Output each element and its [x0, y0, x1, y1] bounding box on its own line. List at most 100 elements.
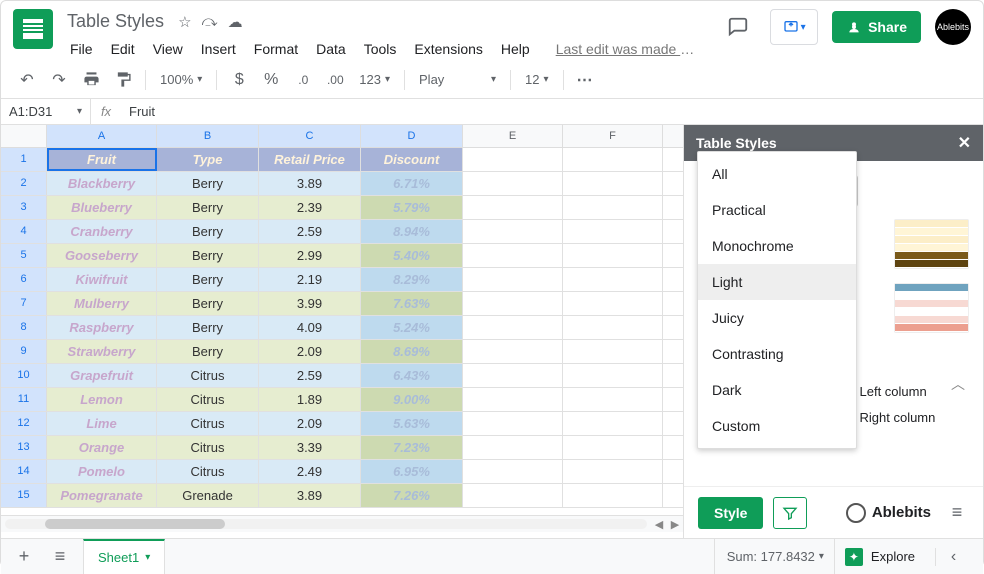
hscroll-track[interactable] — [5, 519, 647, 529]
cell[interactable] — [563, 196, 663, 219]
cell[interactable] — [463, 484, 563, 507]
cell[interactable]: Berry — [157, 244, 259, 267]
menu-extensions[interactable]: Extensions — [407, 36, 489, 62]
cell[interactable]: 9.00% — [361, 388, 463, 411]
cell[interactable]: 2.59 — [259, 364, 361, 387]
cell[interactable] — [463, 172, 563, 195]
row-header[interactable]: 10 — [1, 364, 47, 387]
cell[interactable] — [463, 460, 563, 483]
cell[interactable] — [563, 268, 663, 291]
hscroll-right-icon[interactable]: ▶ — [667, 518, 683, 531]
cell[interactable]: 4.09 — [259, 316, 361, 339]
cell[interactable] — [463, 220, 563, 243]
menu-edit[interactable]: Edit — [104, 36, 142, 62]
cloud-icon[interactable]: ☁ — [228, 13, 243, 31]
row-header[interactable]: 7 — [1, 292, 47, 315]
dropdown-item-all[interactable]: All — [698, 156, 856, 192]
header-cell[interactable]: Retail Price — [259, 148, 361, 171]
cell[interactable]: 5.40% — [361, 244, 463, 267]
cell[interactable]: 7.26% — [361, 484, 463, 507]
cell[interactable] — [463, 340, 563, 363]
hscroll-thumb[interactable] — [45, 519, 225, 529]
sidebar-menu-icon[interactable]: ≡ — [945, 502, 969, 523]
cell[interactable]: Mulberry — [47, 292, 157, 315]
row-header[interactable]: 1 — [1, 148, 47, 171]
currency-icon[interactable]: $ — [225, 66, 253, 94]
col-header-d[interactable]: D — [361, 125, 463, 147]
menu-format[interactable]: Format — [247, 36, 305, 62]
dropdown-item-light[interactable]: Light — [698, 264, 856, 300]
style-thumbnail[interactable] — [894, 219, 969, 269]
cell[interactable]: Cranberry — [47, 220, 157, 243]
cell[interactable]: Blueberry — [47, 196, 157, 219]
cell[interactable]: 8.29% — [361, 268, 463, 291]
cell[interactable]: 2.09 — [259, 340, 361, 363]
cell[interactable]: Berry — [157, 268, 259, 291]
select-all-corner[interactable] — [1, 125, 47, 147]
menu-data[interactable]: Data — [309, 36, 353, 62]
sum-display[interactable]: Sum: 177.8432▾ — [727, 549, 824, 564]
filter-button[interactable] — [773, 497, 807, 529]
cell[interactable]: 3.89 — [259, 484, 361, 507]
cell[interactable]: Berry — [157, 172, 259, 195]
cell[interactable] — [463, 196, 563, 219]
col-header-c[interactable]: C — [259, 125, 361, 147]
sheet-tab[interactable]: Sheet1▾ — [83, 539, 165, 574]
sheets-icon[interactable] — [13, 9, 53, 49]
font-select[interactable]: Play▾ — [413, 72, 502, 87]
row-header[interactable]: 6 — [1, 268, 47, 291]
hscroll-left-icon[interactable]: ◀ — [651, 518, 667, 531]
avatar[interactable]: Ablebits — [935, 9, 971, 45]
cell[interactable]: Grenade — [157, 484, 259, 507]
cell[interactable]: 2.49 — [259, 460, 361, 483]
cell[interactable]: Kiwifruit — [47, 268, 157, 291]
cell[interactable]: Berry — [157, 340, 259, 363]
cell[interactable] — [563, 292, 663, 315]
cell[interactable] — [463, 244, 563, 267]
cell[interactable]: 8.94% — [361, 220, 463, 243]
cell[interactable]: 6.43% — [361, 364, 463, 387]
cell[interactable]: 5.63% — [361, 412, 463, 435]
row-header[interactable]: 9 — [1, 340, 47, 363]
present-button[interactable]: ▾ — [770, 9, 818, 45]
cell[interactable]: Blackberry — [47, 172, 157, 195]
cell[interactable] — [463, 364, 563, 387]
collapse-sidepanel-icon[interactable]: ‹ — [935, 548, 971, 566]
font-size-select[interactable]: 12▾ — [519, 72, 555, 87]
cell[interactable]: 2.39 — [259, 196, 361, 219]
cell[interactable] — [563, 364, 663, 387]
cell[interactable] — [463, 268, 563, 291]
cell[interactable] — [463, 148, 563, 171]
name-box[interactable]: A1:D31▾ — [1, 99, 91, 124]
header-cell[interactable]: Type — [157, 148, 259, 171]
row-header[interactable]: 4 — [1, 220, 47, 243]
cell[interactable]: 7.63% — [361, 292, 463, 315]
cell[interactable]: Grapefruit — [47, 364, 157, 387]
menu-view[interactable]: View — [146, 36, 190, 62]
cell[interactable] — [463, 412, 563, 435]
cell[interactable]: Orange — [47, 436, 157, 459]
cell[interactable] — [563, 388, 663, 411]
row-header[interactable]: 11 — [1, 388, 47, 411]
cell[interactable]: Citrus — [157, 460, 259, 483]
scroll-up-icon[interactable]: ︿ — [947, 374, 969, 394]
cell[interactable] — [563, 412, 663, 435]
undo-icon[interactable]: ↶ — [13, 66, 41, 94]
col-header-a[interactable]: A — [47, 125, 157, 147]
cell[interactable] — [463, 388, 563, 411]
cell[interactable]: 3.89 — [259, 172, 361, 195]
row-header[interactable]: 8 — [1, 316, 47, 339]
star-icon[interactable]: ☆ — [178, 13, 191, 31]
cell[interactable] — [563, 148, 663, 171]
comments-icon[interactable] — [720, 9, 756, 45]
row-header[interactable]: 5 — [1, 244, 47, 267]
menu-file[interactable]: File — [63, 36, 100, 62]
col-header-f[interactable]: F — [563, 125, 663, 147]
cell[interactable]: Citrus — [157, 388, 259, 411]
cell[interactable]: 3.99 — [259, 292, 361, 315]
cell[interactable]: Raspberry — [47, 316, 157, 339]
menu-tools[interactable]: Tools — [357, 36, 404, 62]
cell[interactable]: 1.89 — [259, 388, 361, 411]
cell[interactable]: 2.09 — [259, 412, 361, 435]
cell[interactable]: Berry — [157, 220, 259, 243]
